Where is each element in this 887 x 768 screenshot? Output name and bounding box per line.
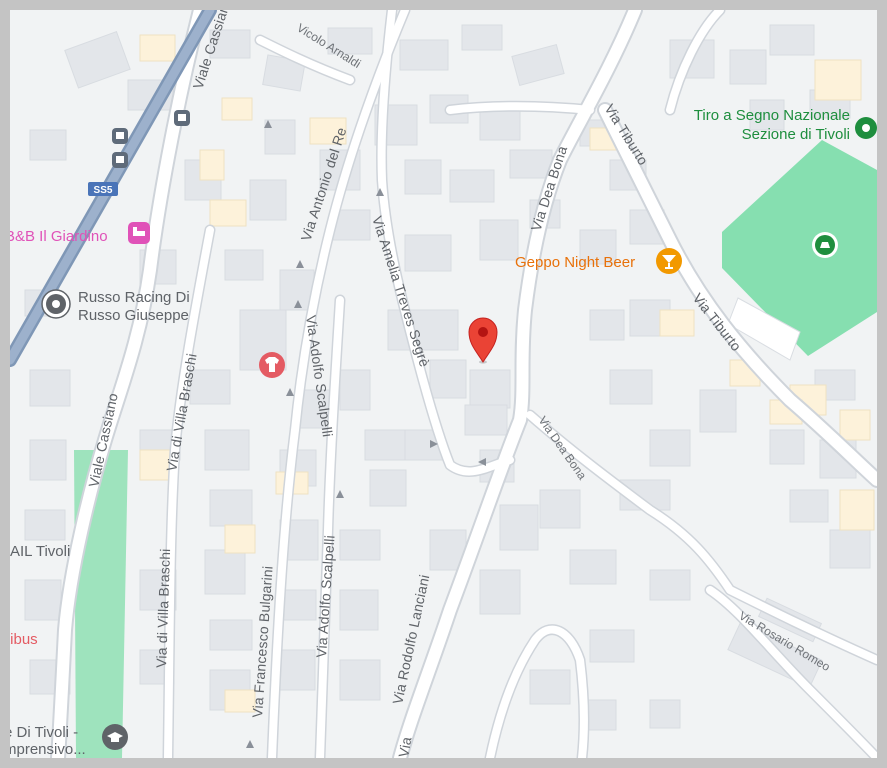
clothing-shop-icon[interactable]	[259, 352, 285, 378]
poi-label-school-line2[interactable]: mprensivo...	[10, 741, 86, 758]
poi-label-russo-line2[interactable]: Russo Giuseppe	[78, 307, 189, 324]
route-shield-ss5: SS5	[88, 182, 118, 196]
map-view[interactable]: Viale Cassiano Vicolo Arnaldi Via Antoni…	[10, 10, 877, 758]
sports-icon[interactable]	[812, 232, 838, 258]
street-label-via-bottom: Via	[395, 735, 414, 758]
poi-label-school-line1[interactable]: e Di Tivoli -	[10, 724, 78, 741]
bus-stop-icon[interactable]	[112, 128, 128, 144]
poi-label-tiro-line1[interactable]: Tiro a Segno Nazionale	[694, 107, 850, 124]
cocktail-icon[interactable]	[656, 248, 682, 274]
bus-stop-icon[interactable]	[174, 110, 190, 126]
poi-label-ail[interactable]: AIL Tivoli	[10, 543, 70, 560]
poi-label-bnb[interactable]: B&B Il Giardino	[10, 228, 108, 245]
place-icon[interactable]	[855, 117, 877, 139]
poi-label-tibus[interactable]: tibus	[10, 631, 38, 648]
route-shield-label: SS5	[94, 185, 113, 196]
location-pin-icon[interactable]	[468, 317, 498, 364]
bus-stop-icon[interactable]	[112, 152, 128, 168]
map-frame: Viale Cassiano Vicolo Arnaldi Via Antoni…	[0, 0, 887, 768]
place-icon[interactable]	[41, 289, 71, 319]
street-label-via-di-villa-braschi-top: Via di Villa Braschi	[163, 352, 199, 472]
poi-label-geppo[interactable]: Geppo Night Beer	[515, 254, 635, 271]
bed-icon[interactable]	[128, 222, 150, 244]
poi-label-russo-line1[interactable]: Russo Racing Di	[78, 289, 190, 306]
school-icon[interactable]	[102, 724, 128, 750]
poi-label-tiro-line2[interactable]: Sezione di Tivoli	[742, 126, 850, 143]
map-canvas[interactable]: Viale Cassiano Vicolo Arnaldi Via Antoni…	[10, 10, 877, 758]
street-label-via-dea-bona-mid: Via Dea Bona	[536, 414, 590, 483]
